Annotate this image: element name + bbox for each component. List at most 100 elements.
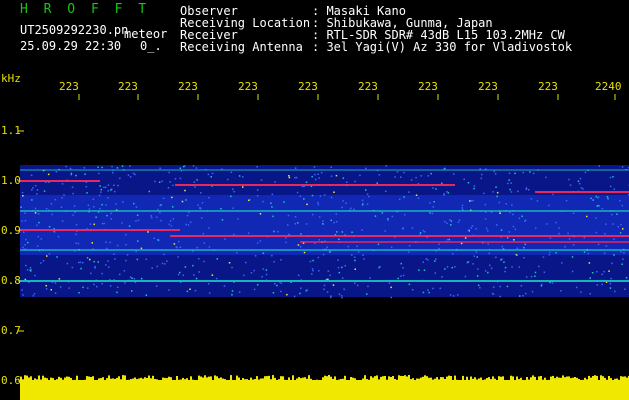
speckle <box>510 191 513 193</box>
speckle <box>338 293 341 295</box>
strip-spike <box>58 376 60 383</box>
speckle <box>30 174 33 177</box>
speckle <box>256 189 259 191</box>
speckle <box>524 220 526 222</box>
speckle <box>107 184 110 186</box>
strip-spike <box>514 380 516 383</box>
speckle <box>522 171 524 174</box>
speckle <box>201 217 203 219</box>
strip-spike <box>330 376 332 383</box>
speckle <box>587 252 590 255</box>
strip-spike <box>560 377 562 383</box>
speckle <box>36 224 38 227</box>
speckle <box>580 187 583 189</box>
speckle <box>228 262 231 264</box>
speckle <box>262 268 265 270</box>
speckle <box>326 291 329 293</box>
speckle <box>151 267 153 269</box>
speckle <box>540 283 543 286</box>
strip-spike <box>272 375 274 383</box>
strip-spike <box>618 379 620 383</box>
speckle <box>99 185 101 187</box>
speckle <box>385 190 387 192</box>
strip-spike <box>288 377 290 383</box>
speckle <box>170 225 173 227</box>
strip-spike <box>228 380 230 383</box>
strip-spike <box>130 379 132 383</box>
speckle <box>470 227 472 229</box>
speckle <box>90 272 92 275</box>
speckle <box>167 187 170 189</box>
speckle <box>208 227 210 229</box>
strip-spike <box>306 378 308 383</box>
speckle <box>109 241 111 244</box>
strip-spike <box>484 379 486 383</box>
y-tick-label: 0.7 <box>1 324 21 337</box>
speckle <box>193 181 196 183</box>
speckle <box>122 201 124 203</box>
speckle <box>94 267 96 269</box>
speckle <box>20 206 22 208</box>
speckle <box>457 294 459 296</box>
speckle <box>323 194 326 196</box>
speckle <box>369 277 371 279</box>
strip-spike <box>202 377 204 383</box>
speckle <box>65 165 67 168</box>
strip-spike <box>400 375 402 383</box>
speckle <box>110 218 112 220</box>
speckle <box>572 212 575 214</box>
speckle <box>45 288 48 290</box>
speckle <box>36 193 38 195</box>
strip-spike <box>534 376 536 383</box>
speckle <box>568 178 570 181</box>
speckle <box>423 231 426 233</box>
speckle <box>567 232 569 235</box>
speckle <box>61 220 64 222</box>
speckle <box>107 197 109 199</box>
strip-spike <box>608 376 610 383</box>
speckle <box>236 251 238 254</box>
speckle <box>299 195 301 197</box>
strip-spike <box>406 376 408 383</box>
speckle <box>77 242 80 245</box>
speckle <box>168 223 171 225</box>
strip-spike <box>150 378 152 383</box>
speckle <box>589 293 591 295</box>
speckle <box>24 220 27 222</box>
speckle <box>314 242 316 245</box>
strip-spike <box>428 377 430 383</box>
speckle <box>354 268 356 270</box>
y-tick-label: 0.8 <box>1 274 21 287</box>
speckle <box>387 219 389 221</box>
speckle <box>230 171 233 173</box>
strip-spike <box>492 376 494 383</box>
speckle <box>283 201 285 203</box>
strip-spike <box>246 379 248 383</box>
strip-spike <box>376 375 378 383</box>
strip-spike <box>242 378 244 383</box>
strip-spike <box>300 378 302 383</box>
speckle <box>273 261 275 263</box>
strip-spike <box>136 379 138 383</box>
speckle <box>89 223 92 225</box>
speckle <box>426 259 429 261</box>
strip-spike <box>524 380 526 383</box>
speckle <box>286 293 288 296</box>
speckle <box>133 202 135 205</box>
strip-spike <box>304 377 306 383</box>
speckle <box>22 195 24 197</box>
strip-spike <box>32 380 34 383</box>
speckle <box>53 231 56 233</box>
strip-spike <box>56 379 58 383</box>
speckle <box>579 177 582 180</box>
speckle <box>299 245 302 248</box>
strip-spike <box>602 376 604 383</box>
speckle <box>50 289 52 291</box>
speckle <box>483 192 485 195</box>
speckle <box>297 222 299 224</box>
strip-spike <box>440 377 442 383</box>
speckle <box>115 203 117 205</box>
speckle <box>484 218 487 220</box>
speckle <box>94 265 96 268</box>
speckle <box>343 288 345 290</box>
